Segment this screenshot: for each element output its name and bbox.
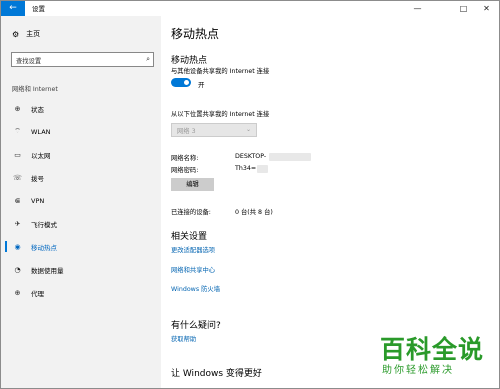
share-from-dropdown[interactable]: 网络 3 ⌄ xyxy=(171,123,257,137)
app-title: 设置 xyxy=(32,5,45,13)
wifi-icon: ⌔ xyxy=(14,127,21,135)
sidebar-item-ethernet[interactable]: ▭ 以太网 xyxy=(1,143,161,166)
settings-window: ← 设置 — □ ✕ ⚙ 主页 查找设置 ⌕ 网络和 Internet ⊕ 状态… xyxy=(0,0,500,389)
network-name-label: 网络名称: xyxy=(171,155,199,162)
network-password-label: 网络密码: xyxy=(171,167,199,174)
improve-windows-title: 让 Windows 变得更好 xyxy=(171,369,262,379)
dialup-icon: ☏ xyxy=(13,173,22,182)
watermark-logo: 百科全说 助你轻松解决 xyxy=(374,330,484,378)
proxy-icon: ⊕ xyxy=(14,288,21,297)
sidebar-item-label: 数据使用量 xyxy=(31,266,64,275)
sidebar-item-proxy[interactable]: ⊕ 代理 xyxy=(1,281,161,304)
sidebar-item-label: 拨号 xyxy=(31,174,44,183)
home-nav[interactable]: ⚙ 主页 xyxy=(12,29,40,39)
sidebar-item-label: 飞行模式 xyxy=(31,220,57,229)
connected-devices-label: 已连接的设备: xyxy=(171,209,211,216)
sidebar-item-mobile-hotspot[interactable]: ◉ 移动热点 xyxy=(1,235,161,258)
airplane-icon: ✈ xyxy=(14,219,21,228)
edit-button[interactable]: 编辑 xyxy=(171,178,214,191)
chevron-down-icon: ⌄ xyxy=(245,126,251,133)
share-from-label: 从以下位置共享我的 Internet 连接 xyxy=(171,111,270,118)
gear-icon: ⚙ xyxy=(12,29,20,39)
sidebar-item-label: 代理 xyxy=(31,289,44,298)
hotspot-description: 与其他设备共享我的 Internet 连接 xyxy=(171,68,270,75)
back-arrow-icon[interactable]: ← xyxy=(1,1,25,16)
search-icon: ⌕ xyxy=(146,55,150,63)
search-input[interactable]: 查找设置 ⌕ xyxy=(11,52,154,67)
section-label: 网络和 Internet xyxy=(12,86,58,93)
sidebar-item-data-usage[interactable]: ◔ 数据使用量 xyxy=(1,258,161,281)
page-title: 移动热点 xyxy=(171,27,220,41)
title-bar: ← 设置 — □ ✕ xyxy=(1,1,499,16)
redacted-password xyxy=(257,165,268,173)
network-password-value: Th34= xyxy=(235,165,257,172)
sidebar-item-vpn[interactable]: ⋐ VPN xyxy=(1,189,161,212)
sidebar-item-label: 以太网 xyxy=(31,151,51,160)
home-label: 主页 xyxy=(26,30,41,38)
link-windows-firewall[interactable]: Windows 防火墙 xyxy=(171,284,220,293)
share-from-selected: 网络 3 xyxy=(177,128,196,135)
sidebar-item-status[interactable]: ⊕ 状态 xyxy=(1,97,161,120)
sidebar-item-label: 移动热点 xyxy=(31,243,57,252)
watermark-sub-text: 助你轻松解决 xyxy=(382,365,454,376)
globe-icon: ⊕ xyxy=(14,104,21,113)
sidebar-item-label: VPN xyxy=(31,196,45,205)
sidebar-item-airplane-mode[interactable]: ✈ 飞行模式 xyxy=(1,212,161,235)
connected-devices-value: 0 台(共 8 台) xyxy=(235,209,273,216)
sidebar-item-wlan[interactable]: ⌔ WLAN xyxy=(1,120,161,143)
questions-title: 有什么疑问? xyxy=(171,321,221,331)
link-change-adapter-options[interactable]: 更改适配器选项 xyxy=(171,245,215,254)
hotspot-toggle[interactable] xyxy=(171,78,191,87)
hotspot-icon: ◉ xyxy=(14,242,21,251)
data-usage-icon: ◔ xyxy=(14,265,21,274)
redacted-name xyxy=(269,153,311,161)
vpn-icon: ⋐ xyxy=(14,196,21,205)
toggle-state-label: 开 xyxy=(198,81,205,89)
close-icon[interactable]: ✕ xyxy=(475,1,498,16)
maximize-icon[interactable]: □ xyxy=(452,1,475,16)
related-settings-title: 相关设置 xyxy=(171,232,208,242)
sidebar: ⚙ 主页 查找设置 ⌕ 网络和 Internet ⊕ 状态 ⌔ WLAN ▭ 以… xyxy=(1,16,161,388)
hotspot-section-title: 移动热点 xyxy=(171,56,208,66)
link-network-sharing-center[interactable]: 网络和共享中心 xyxy=(171,265,215,274)
sidebar-item-label: WLAN xyxy=(31,127,51,136)
link-get-help[interactable]: 获取帮助 xyxy=(171,334,196,343)
sidebar-item-label: 状态 xyxy=(31,105,44,114)
sidebar-item-dialup[interactable]: ☏ 拨号 xyxy=(1,166,161,189)
minimize-icon[interactable]: — xyxy=(406,1,429,16)
ethernet-icon: ▭ xyxy=(14,150,21,159)
search-placeholder: 查找设置 xyxy=(16,58,42,65)
toggle-knob xyxy=(184,80,189,85)
network-name-value: DESKTOP- xyxy=(235,153,267,160)
